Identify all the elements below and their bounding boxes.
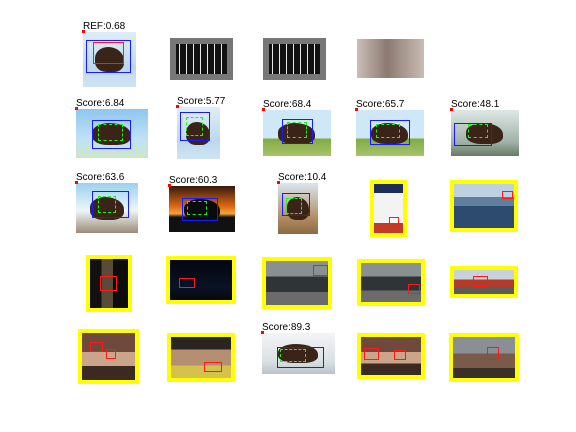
result-thumbnail-3-3 — [357, 259, 425, 306]
thumbnail-image — [453, 337, 515, 378]
result-thumbnail-1-2 — [263, 110, 331, 156]
keypoint-box — [280, 349, 306, 362]
keypoint-box — [187, 200, 208, 215]
match-box — [473, 276, 489, 287]
result-thumbnail-1-3 — [356, 110, 424, 156]
result-thumbnail-4-3 — [357, 333, 425, 379]
keypoint-box — [468, 123, 489, 138]
score-label: Score:6.84 — [76, 98, 125, 109]
score-label: Score:89.3 — [262, 322, 311, 333]
marker-dot — [176, 105, 179, 108]
match-box — [99, 276, 117, 291]
result-thumbnail-4-4 — [449, 333, 519, 382]
result-thumbnail-2-4 — [450, 180, 518, 232]
marker-dot — [450, 108, 453, 111]
result-thumbnail-0-1 — [170, 38, 233, 80]
match-box — [105, 349, 117, 359]
retrieval-results-figure: REF:0.68 Score:6.84 Score:5.77 Score:68.4 Sc… — [0, 0, 576, 432]
match-box — [388, 217, 399, 227]
result-thumbnail-3-4 — [450, 266, 518, 298]
keypoint-box — [286, 121, 308, 138]
keypoint-box — [286, 198, 302, 214]
result-thumbnail-0-0 — [83, 32, 136, 87]
match-box — [312, 265, 328, 277]
marker-dot — [168, 184, 171, 187]
score-label: Score:65.7 — [356, 99, 405, 110]
score-label: Score:68.4 — [263, 99, 312, 110]
result-thumbnail-2-2 — [278, 183, 318, 234]
match-box — [394, 350, 406, 360]
result-thumbnail-2-0 — [76, 183, 138, 233]
keypoint-box — [97, 195, 117, 213]
result-thumbnail-0-2 — [263, 38, 326, 80]
score-label: Score:60.3 — [169, 175, 218, 186]
match-box — [89, 342, 104, 352]
keypoint-box — [97, 123, 123, 141]
keypoint-box — [185, 117, 203, 136]
match-box — [204, 361, 222, 372]
keypoint-box — [376, 123, 401, 138]
marker-dot — [277, 181, 280, 184]
score-label: Score:10.4 — [278, 172, 327, 183]
result-thumbnail-1-0 — [76, 109, 148, 158]
match-box — [487, 347, 500, 360]
marker-dot — [261, 331, 264, 334]
thumbnail-image — [361, 263, 421, 302]
marker-dot — [355, 108, 358, 111]
score-label: Score:63.6 — [76, 172, 125, 183]
match-box — [364, 348, 379, 360]
thumbnail-image — [170, 38, 233, 80]
result-thumbnail-4-1 — [167, 333, 235, 382]
score-label: Score:5.77 — [177, 96, 226, 107]
match-box — [502, 190, 513, 200]
thumbnail-image — [171, 337, 231, 378]
result-thumbnail-4-2 — [262, 333, 335, 374]
marker-dot — [82, 30, 85, 33]
marker-dot — [262, 108, 265, 111]
detection-box — [85, 40, 131, 74]
result-thumbnail-3-2 — [262, 257, 332, 309]
result-thumbnail-1-1 — [177, 107, 220, 159]
match-box — [407, 284, 420, 295]
marker-dot — [75, 181, 78, 184]
score-label: Score:48.1 — [451, 99, 500, 110]
result-thumbnail-2-3 — [370, 180, 407, 237]
thumbnail-image — [357, 39, 424, 78]
thumbnail-image — [263, 38, 326, 80]
result-thumbnail-4-0 — [78, 329, 139, 384]
result-thumbnail-0-3 — [357, 39, 424, 78]
match-box — [179, 278, 195, 288]
marker-dot — [75, 107, 78, 110]
score-label: REF:0.68 — [83, 21, 126, 32]
result-thumbnail-3-0 — [86, 255, 132, 312]
result-thumbnail-2-1 — [169, 186, 235, 232]
result-thumbnail-3-1 — [166, 256, 236, 304]
result-thumbnail-1-4 — [451, 110, 519, 156]
